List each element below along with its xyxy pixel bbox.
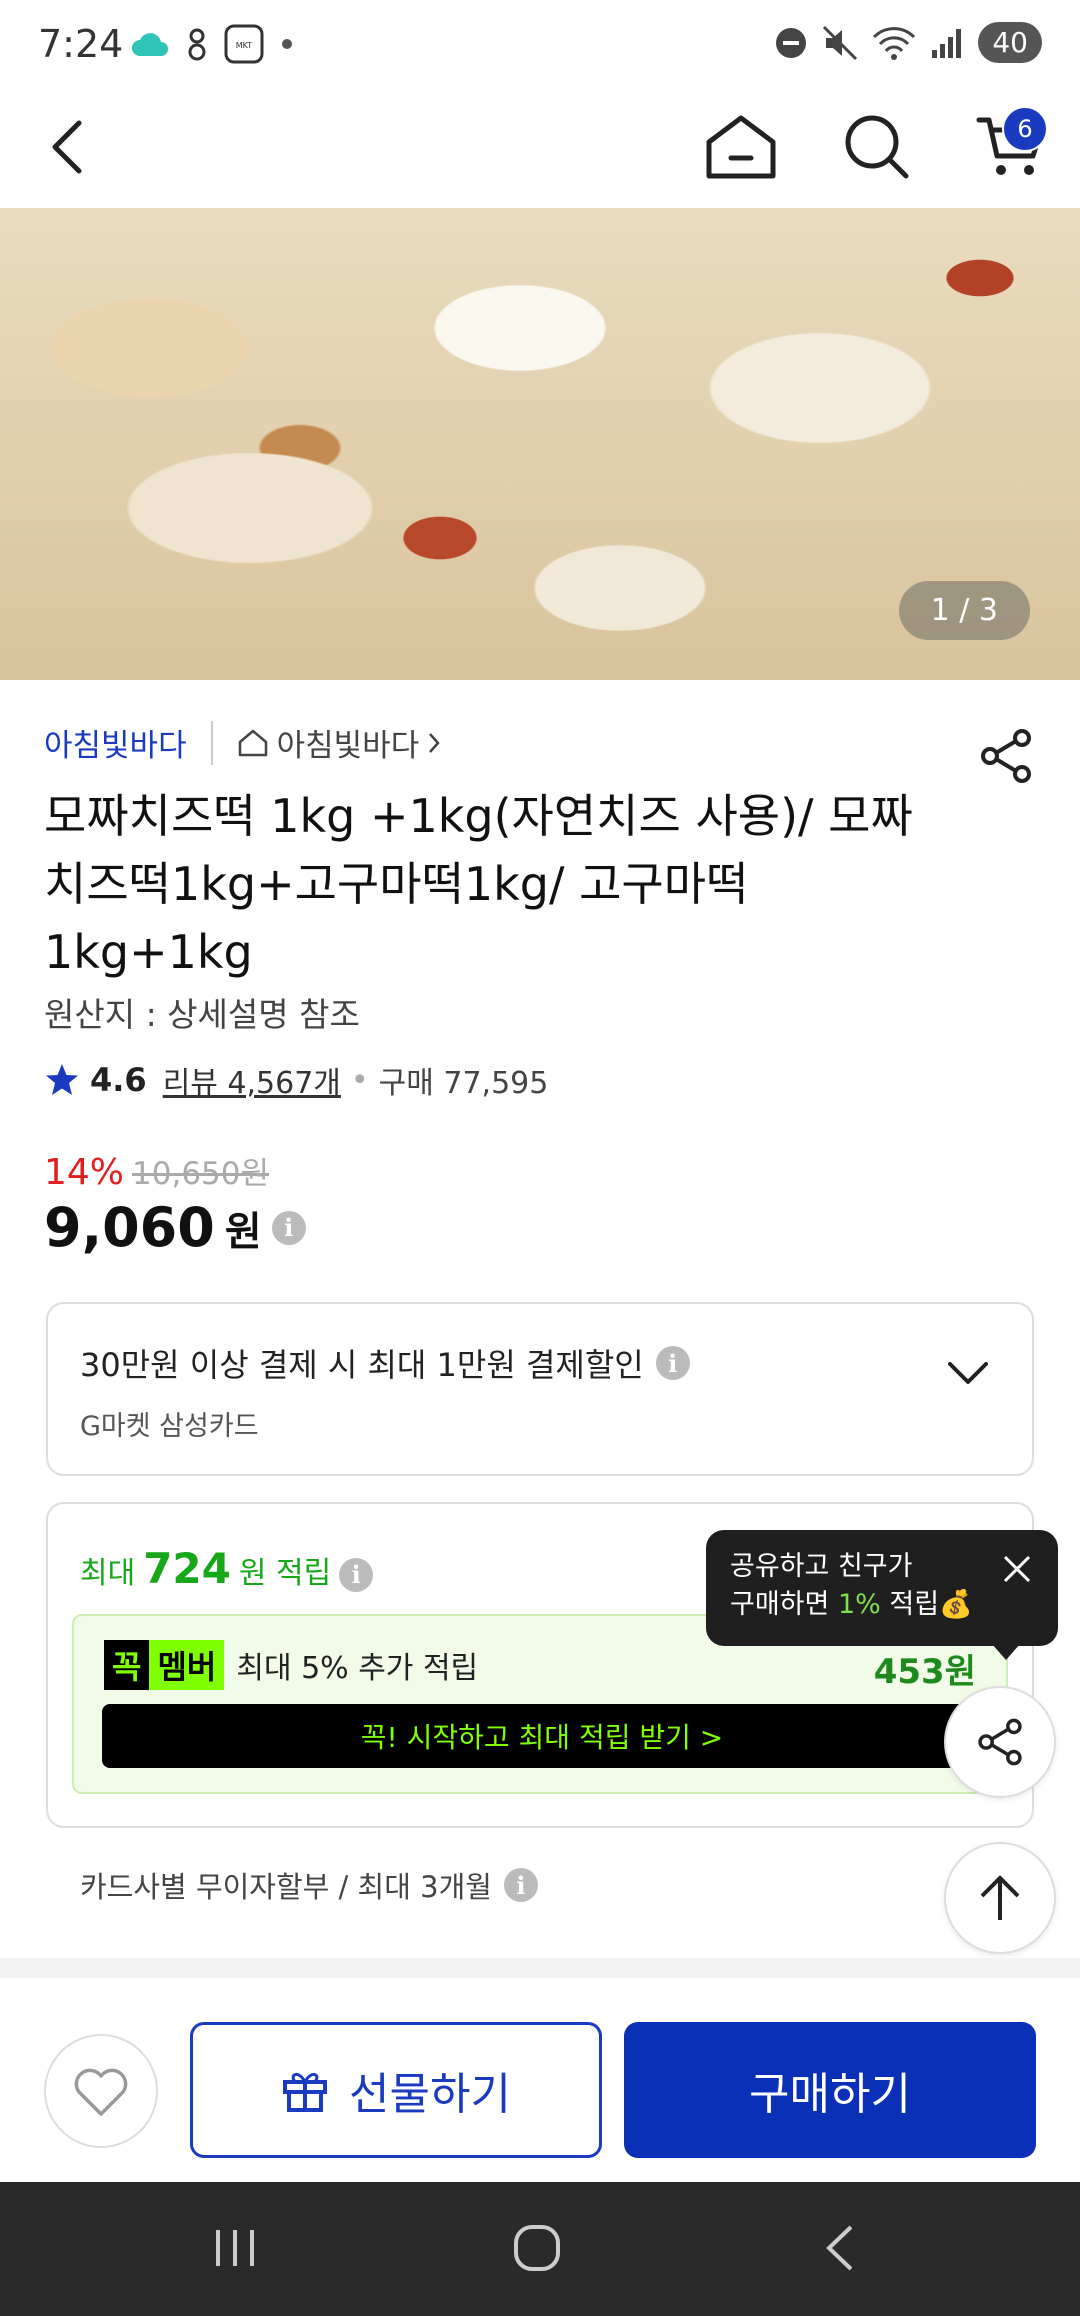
share-button[interactable] [976,726,1036,786]
tooltip-line2-a: 구매하면 [730,1589,838,1620]
gift-icon [283,2073,328,2112]
signal-icon [932,28,962,58]
price-unit: 원 [224,1208,262,1255]
top-nav: 6 [0,88,1080,208]
installment-info: 카드사별 무이자할부 / 최대 3개월 i [80,1864,538,1906]
back-nav-button[interactable] [804,2218,874,2278]
dnd-icon [776,27,807,58]
floating-share-button[interactable] [944,1686,1056,1798]
member-amount: 453원 [873,1652,976,1692]
reward-amount: 724 [143,1544,231,1593]
review-link[interactable]: 리뷰 4,567개 [163,1058,341,1102]
card-discount-box[interactable]: 30만원 이상 결제 시 최대 1만원 결제할인 i G마켓 삼성카드 [46,1302,1034,1476]
product-title: 모짜치즈떡 1kg +1kg(자연치즈 사용)/ 모짜치즈떡1kg+고구마떡1k… [44,789,913,979]
origin-info: 원산지 : 상세설명 참조 [44,995,360,1034]
discount-row: 14% 10,650원 [44,1148,269,1193]
status-bar: 7:24 MKT 40 [0,0,1080,88]
cart-count-badge: 6 [1002,106,1048,152]
member-cta-button[interactable]: 꼭! 시작하고 최대 적립 받기 > [102,1704,982,1768]
divider [210,720,213,765]
member-logo-a: 꼭 [104,1640,150,1690]
back-arrow-icon [52,120,82,174]
member-text: 최대 5% 추가 적립 [236,1651,479,1686]
store-home-icon [238,729,267,756]
price-row: 9,060 원 i [44,1196,306,1259]
bottom-action-bar: 선물하기 구매하기 [0,1992,1080,2182]
share-reward-tooltip: 공유하고 친구가 구매하면 1% 적립💰 [706,1530,1058,1646]
section-divider [0,1958,1080,1978]
store-link-label: 아침빛바다 [276,728,420,764]
card-discount-line: 30만원 이상 결제 시 최대 1만원 결제할인 i [80,1340,690,1386]
seller-row: 아침빛바다 아침빛바다 [44,720,441,765]
cloud-icon [132,33,168,56]
image-counter: 1 / 3 [898,581,1030,640]
wishlist-button[interactable] [44,2034,158,2148]
rating-row: 4.6 리뷰 4,567개 • 구매 77,595 [44,1058,548,1102]
buy-button[interactable]: 구매하기 [624,2022,1036,2158]
sale-price: 9,060 [44,1196,215,1259]
reward-suffix: 원 적립 [238,1556,332,1591]
back-button[interactable] [22,102,112,192]
installment-info-icon[interactable]: i [503,1868,538,1902]
heart-icon [74,2068,128,2116]
share-icon [981,729,1031,783]
tooltip-line1: 공유하고 친구가 [730,1551,913,1582]
price-info-icon[interactable]: i [271,1210,306,1245]
recent-apps-button[interactable] [200,2218,270,2278]
battery-indicator: 40 [978,22,1042,63]
home-button[interactable] [696,102,786,192]
scroll-top-button[interactable] [944,1842,1056,1954]
status-time: 7:24 [38,22,124,66]
back-nav-icon [826,2225,853,2271]
member-logo-b: 멤버 [149,1640,225,1690]
home-circle-icon [514,2225,560,2271]
tooltip-line2: 구매하면 1% 적립💰 [730,1586,1034,1624]
status-right-icons: 40 [774,22,1042,63]
gift-button[interactable]: 선물하기 [190,2022,602,2158]
system-nav-bar [0,2182,1080,2316]
star-icon [46,1064,78,1095]
status-left-icons: MKT [130,24,294,64]
rating-value: 4.6 [90,1061,147,1099]
dot-icon [282,39,292,49]
search-button[interactable] [832,102,922,192]
reward-prefix: 최대 [80,1556,136,1591]
original-price: 10,650원 [132,1156,270,1192]
card-name: G마켓 삼성카드 [80,1411,259,1442]
mute-icon [823,25,858,60]
store-link[interactable]: 아침빛바다 [237,720,442,765]
tooltip-arrow [992,1644,1020,1660]
reward-line: 최대 724 원 적립 i [80,1544,374,1593]
close-icon[interactable] [1000,1552,1034,1586]
share-icon [978,1718,1022,1766]
search-icon [845,115,909,179]
member-row: 꼭 멤버 최대 5% 추가 적립 [104,1640,478,1690]
market-app-icon: MKT [224,24,264,64]
seller-name[interactable]: 아침빛바다 [44,720,187,765]
home-nav-button[interactable] [502,2218,572,2278]
card-info-icon[interactable]: i [655,1346,690,1380]
bluetooth-alt-icon [188,28,206,61]
product-image[interactable]: 1 / 3 [0,208,1080,680]
arrow-up-icon [980,1875,1020,1920]
chevron-right-icon [429,732,440,753]
chevron-down-icon[interactable] [946,1360,990,1388]
installment-text: 카드사별 무이자할부 / 최대 3개월 [80,1870,492,1904]
recent-apps-icon [216,2230,254,2266]
svg-text:MKT: MKT [236,41,253,50]
home-icon [706,115,776,179]
wifi-icon [873,26,916,60]
discount-rate: 14% [44,1152,125,1193]
tooltip-line2-b: 적립💰 [880,1589,973,1620]
cart-button[interactable]: 6 [966,102,1056,192]
tooltip-percent: 1% [837,1589,881,1620]
separator-dot: • [350,1062,369,1098]
gift-button-label: 선물하기 [349,2069,511,2120]
purchase-count: 구매 77,595 [378,1066,549,1101]
reward-info-icon[interactable]: i [339,1557,374,1592]
card-discount-title: 30만원 이상 결제 시 최대 1만원 결제할인 [80,1346,644,1384]
member-logo: 꼭 멤버 [104,1640,225,1690]
